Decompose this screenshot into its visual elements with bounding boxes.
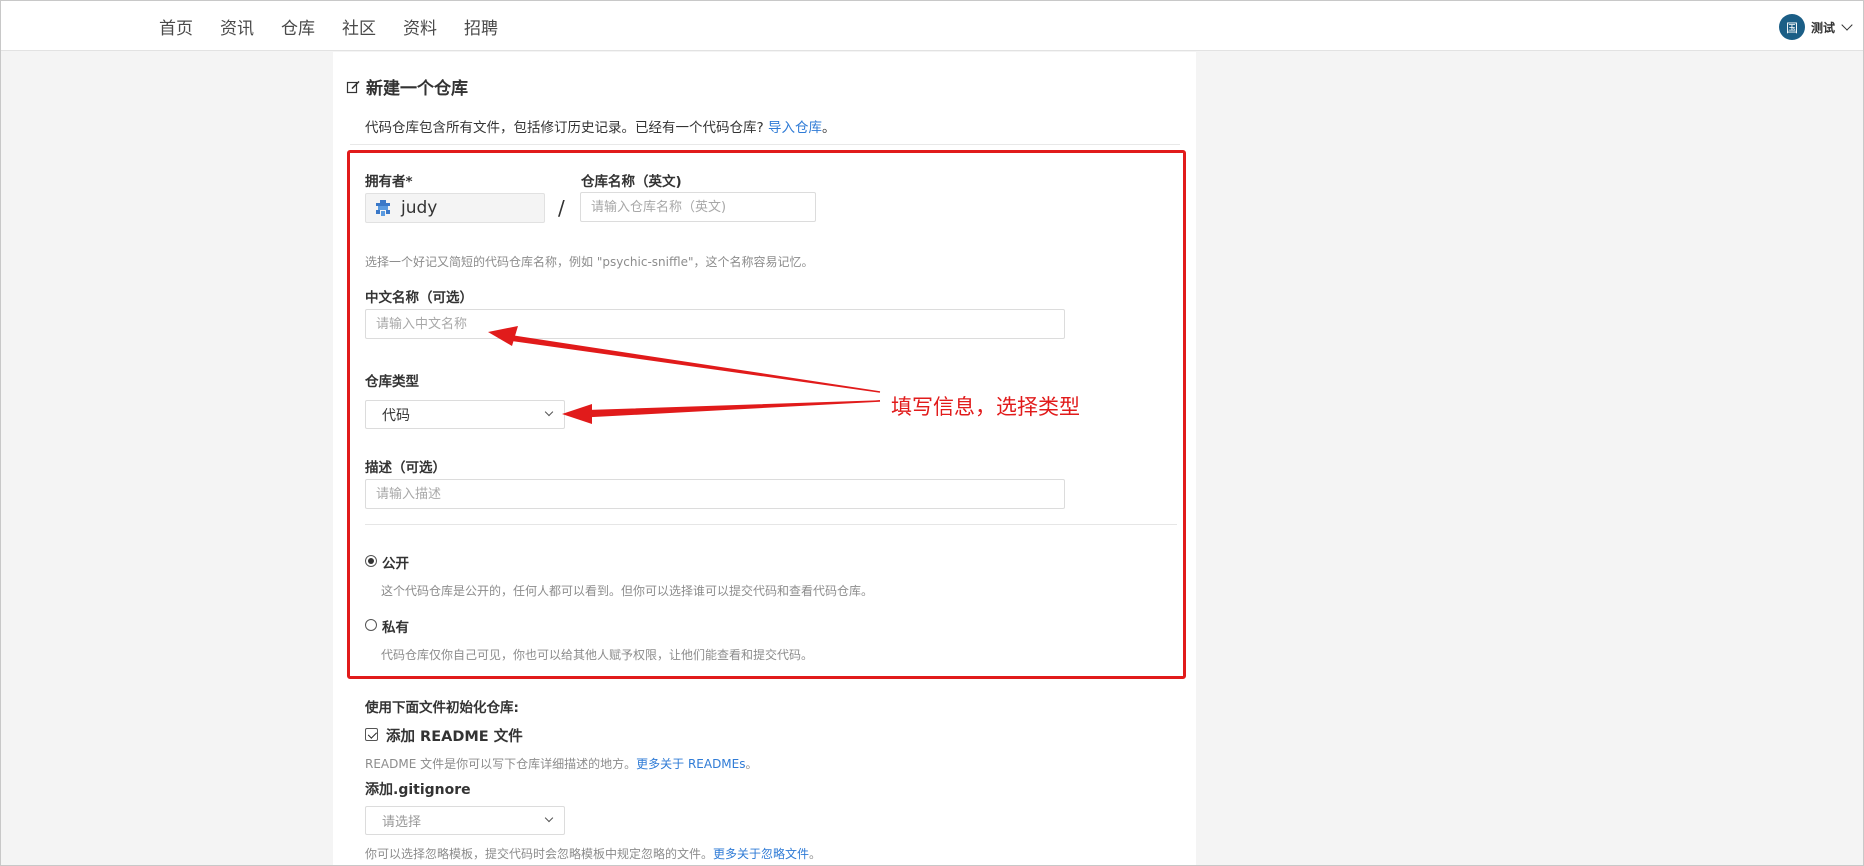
annotation-text: 填写信息，选择类型 bbox=[891, 395, 1080, 419]
arrow-to-cn-name bbox=[488, 326, 881, 393]
annotation-arrows bbox=[488, 326, 881, 424]
arrow-to-repo-type bbox=[562, 400, 881, 424]
